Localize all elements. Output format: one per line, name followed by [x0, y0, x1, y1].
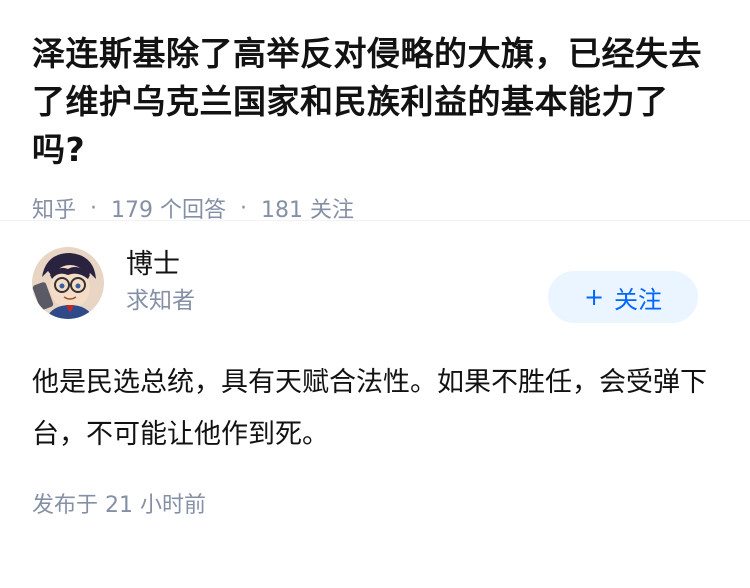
question-header: 泽连斯基除了高举反对侵略的大旗，已经失去了维护乌克兰国家和民族利益的基本能力了吗…: [0, 0, 750, 223]
author-info: 博士 求知者: [126, 246, 195, 318]
question-title[interactable]: 泽连斯基除了高举反对侵略的大旗，已经失去了维护乌克兰国家和民族利益的基本能力了吗…: [32, 30, 718, 174]
plus-icon: +: [583, 283, 605, 311]
author-row: 博士 求知者 + 关注: [32, 221, 718, 335]
avatar[interactable]: [32, 247, 104, 319]
meta-separator: ·: [240, 195, 248, 221]
answer-count[interactable]: 179 个回答: [111, 192, 226, 224]
author-headline: 求知者: [126, 288, 195, 314]
avatar-image: [32, 247, 104, 319]
author-name[interactable]: 博士: [126, 246, 195, 284]
answer-content[interactable]: 他是民选总统，具有天赋合法性。如果不胜任，会受弹下台，不可能让他作到死。: [32, 357, 718, 461]
follow-button[interactable]: + 关注: [548, 271, 698, 323]
answer-card: 博士 求知者 + 关注 他是民选总统，具有天赋合法性。如果不胜任，会受弹下台，不…: [0, 221, 750, 519]
follow-label: 关注: [614, 285, 663, 314]
meta-separator: ·: [90, 195, 98, 221]
follower-count[interactable]: 181 关注: [261, 192, 354, 224]
source-label[interactable]: 知乎: [32, 192, 76, 224]
publish-time: 发布于 21 小时前: [32, 493, 206, 518]
